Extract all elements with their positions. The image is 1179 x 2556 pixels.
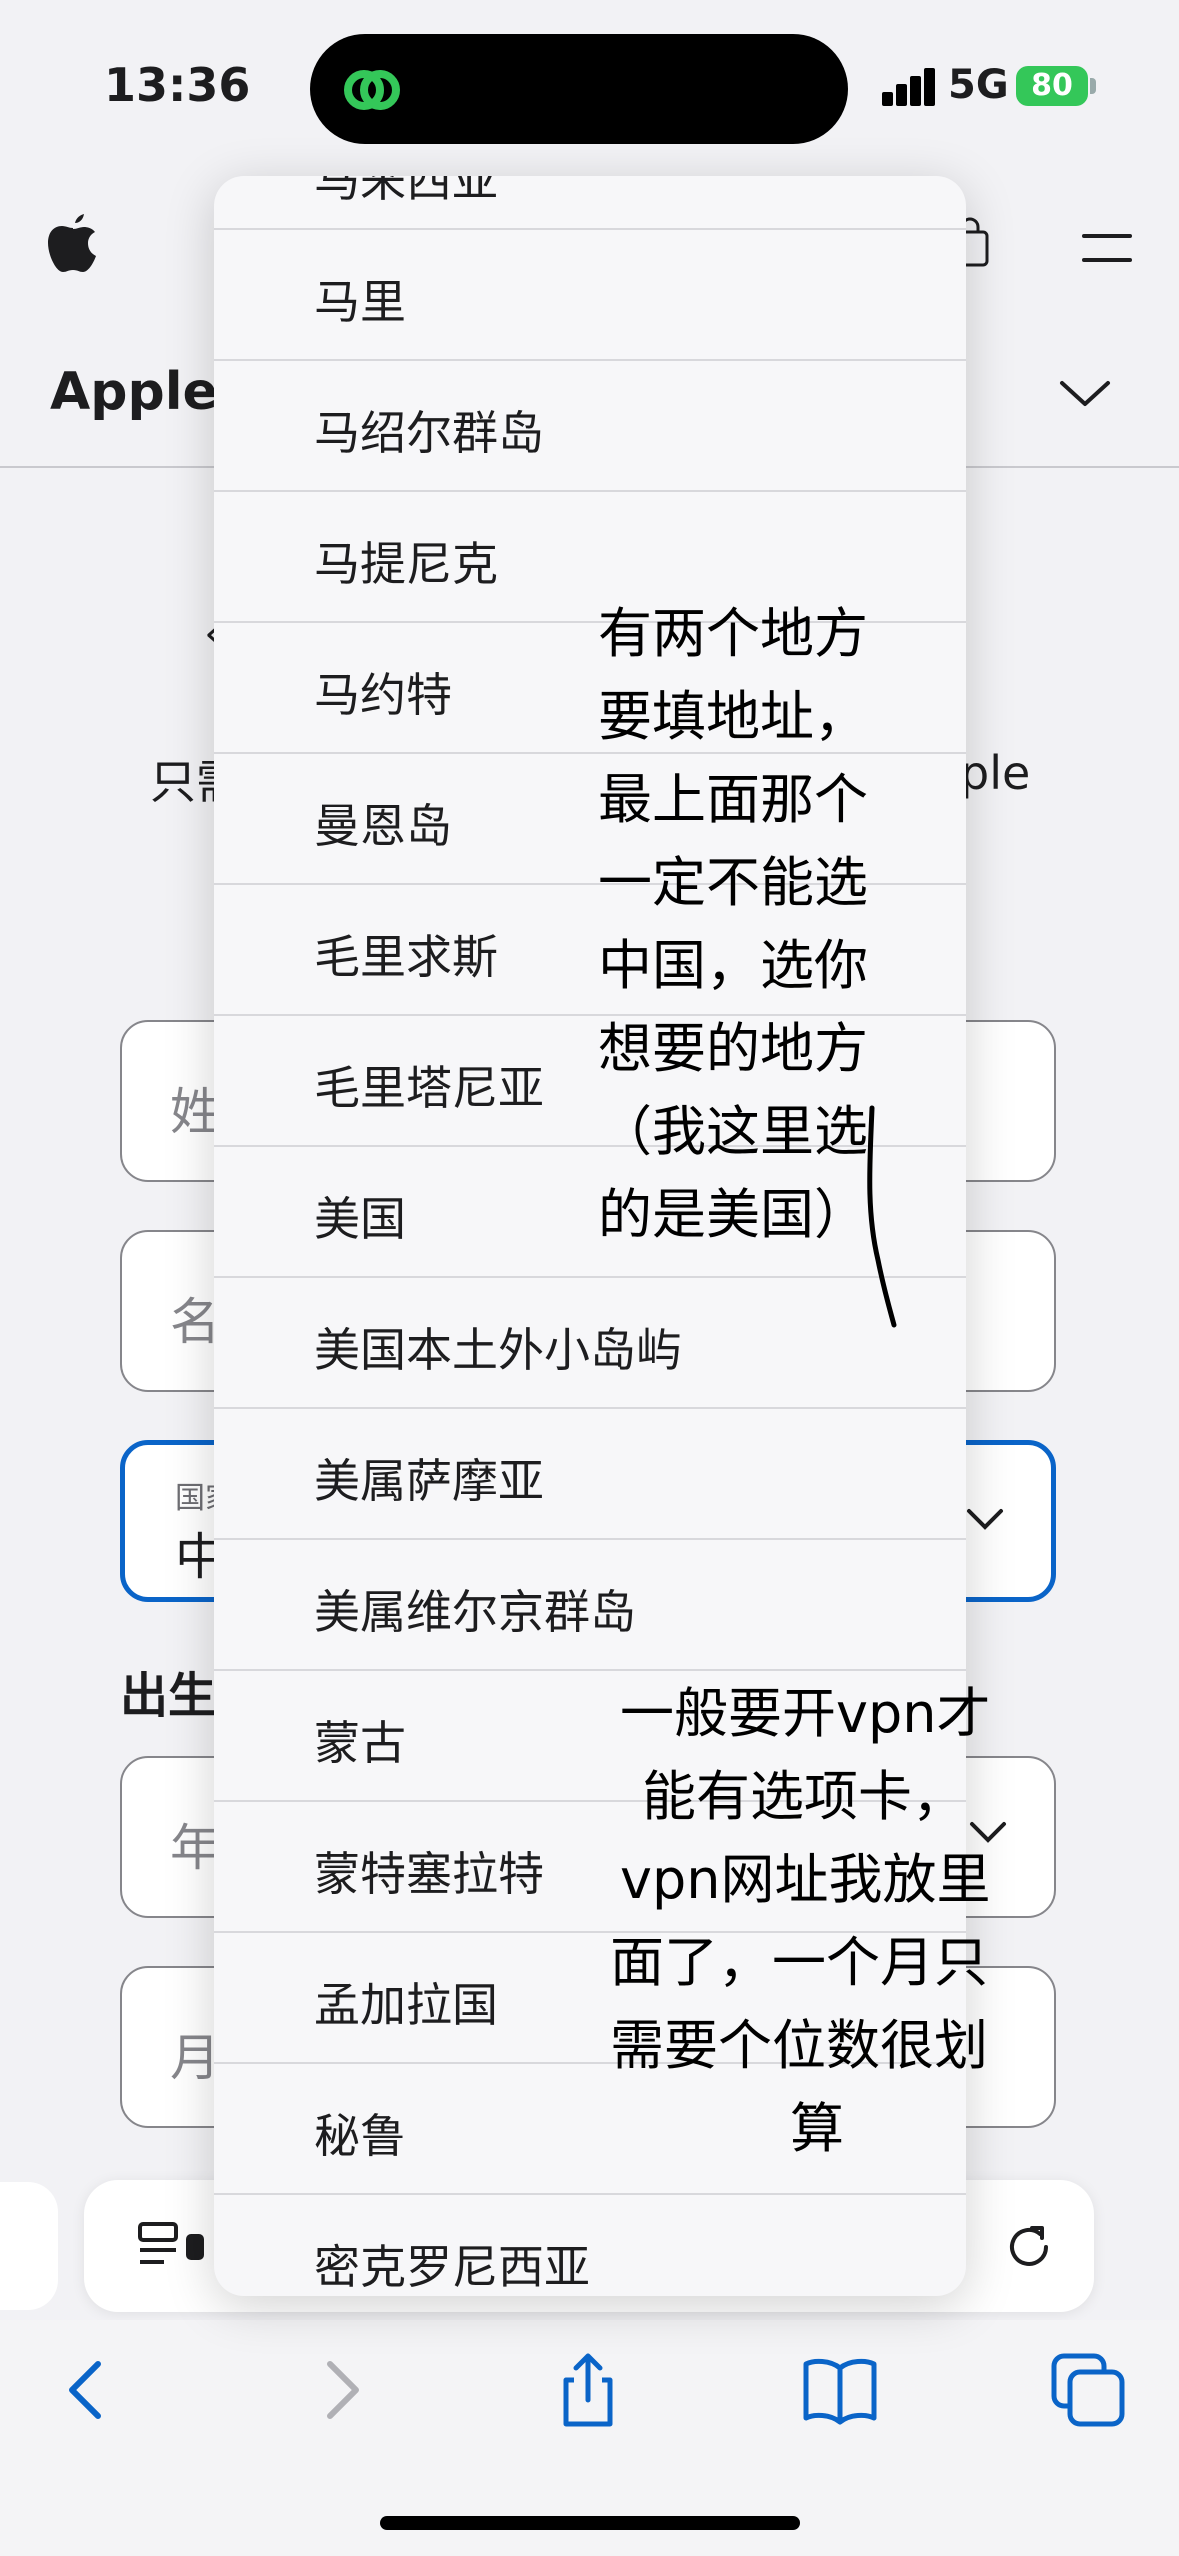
menu-icon[interactable] xyxy=(1082,230,1132,266)
tabs-icon[interactable] xyxy=(1048,2350,1128,2430)
annotation-note-2-line: 算 xyxy=(790,2097,844,2160)
network-type: 5G xyxy=(948,62,1009,108)
picker-item-label: 毛里求斯 xyxy=(314,930,498,984)
picker-item[interactable]: 密克罗尼西亚 xyxy=(214,2193,966,2296)
battery-tip xyxy=(1090,78,1096,94)
forward-icon[interactable] xyxy=(300,2350,380,2430)
picker-item-label: 孟加拉国 xyxy=(314,1978,498,2032)
first-name-placeholder: 名 xyxy=(170,1293,220,1351)
picker-item-label: 曼恩岛 xyxy=(314,799,452,853)
back-icon[interactable] xyxy=(48,2350,128,2430)
month-placeholder: 月 xyxy=(170,2029,220,2087)
picker-item-label: 美国 xyxy=(314,1192,406,1246)
picker-item[interactable]: 马里 xyxy=(214,228,966,359)
picker-item[interactable]: 美属维尔京群岛 xyxy=(214,1538,966,1669)
picker-item-label: 秘鲁 xyxy=(314,2109,406,2163)
annotation-note-2-line: 需要个位数很划 xyxy=(610,2014,988,2077)
annotation-note-2-line: 能有选项卡， xyxy=(642,1765,966,1828)
annotation-note-1-line: 最上面那个 xyxy=(598,768,868,831)
picker-item-label: 马提尼克 xyxy=(314,537,498,591)
picker-item-label: 马里 xyxy=(314,275,406,329)
picker-item[interactable]: 马绍尔群岛 xyxy=(214,359,966,490)
battery-icon: 80 xyxy=(1016,66,1088,106)
intro-text-right: ple xyxy=(960,746,1031,800)
status-time: 13:36 xyxy=(104,58,251,112)
picker-item-label: 美属萨摩亚 xyxy=(314,1454,544,1508)
chevron-down-icon xyxy=(967,1509,1003,1530)
reload-icon[interactable] xyxy=(1002,2220,1056,2274)
chevron-down-icon[interactable] xyxy=(1058,378,1112,408)
annotation-note-2-line: vpn网址我放里 xyxy=(620,1848,991,1911)
picker-item-cut-off[interactable]: 马来西亚 xyxy=(314,176,498,210)
link-app-icon xyxy=(344,70,400,110)
last-name-placeholder: 姓 xyxy=(170,1083,220,1141)
picker-item-label: 蒙古 xyxy=(314,1716,406,1770)
page-title: Apple xyxy=(50,362,218,422)
picker-item-label: 美属维尔京群岛 xyxy=(314,1585,636,1639)
annotation-pen-stroke xyxy=(867,1105,897,1328)
picker-item[interactable]: 美国本土外小岛屿 xyxy=(214,1276,966,1407)
annotation-note-1-line: 中国，选你 xyxy=(598,934,868,997)
home-indicator xyxy=(380,2516,800,2530)
dynamic-island xyxy=(310,34,848,144)
picker-item[interactable]: 美属萨摩亚 xyxy=(214,1407,966,1538)
share-icon[interactable] xyxy=(548,2350,628,2430)
annotation-note-2-line: 一般要开vpn才 xyxy=(620,1682,991,1745)
birthday-label: 出生 xyxy=(120,1668,217,1724)
annotation-note-1-line: 有两个地方 xyxy=(598,602,868,665)
annotation-note-1-line: 的是美国） xyxy=(598,1183,868,1246)
picker-item-label: 马绍尔群岛 xyxy=(314,406,544,460)
picker-item-label: 马约特 xyxy=(314,668,452,722)
picker-item-label: 蒙特塞拉特 xyxy=(314,1847,544,1901)
previous-tab-peek[interactable] xyxy=(0,2182,58,2310)
bookmarks-icon[interactable] xyxy=(800,2350,880,2430)
picker-item-label: 美国本土外小岛屿 xyxy=(314,1323,682,1377)
annotation-note-1-line: 想要的地方 xyxy=(598,1017,868,1080)
annotation-note-1-line: 要填地址， xyxy=(598,685,868,748)
annotation-note-1-line: （我这里选 xyxy=(598,1100,868,1163)
reader-icon[interactable] xyxy=(136,2220,206,2272)
annotation-note-2-line: 面了，一个月只 xyxy=(610,1931,988,1994)
annotation-note-1-line: 一定不能选 xyxy=(598,851,868,914)
signal-icon xyxy=(882,68,938,106)
year-placeholder: 年 xyxy=(170,1819,220,1877)
apple-logo[interactable] xyxy=(46,212,100,274)
picker-item-label: 密克罗尼西亚 xyxy=(314,2240,590,2294)
picker-item-label: 毛里塔尼亚 xyxy=(314,1061,544,1115)
